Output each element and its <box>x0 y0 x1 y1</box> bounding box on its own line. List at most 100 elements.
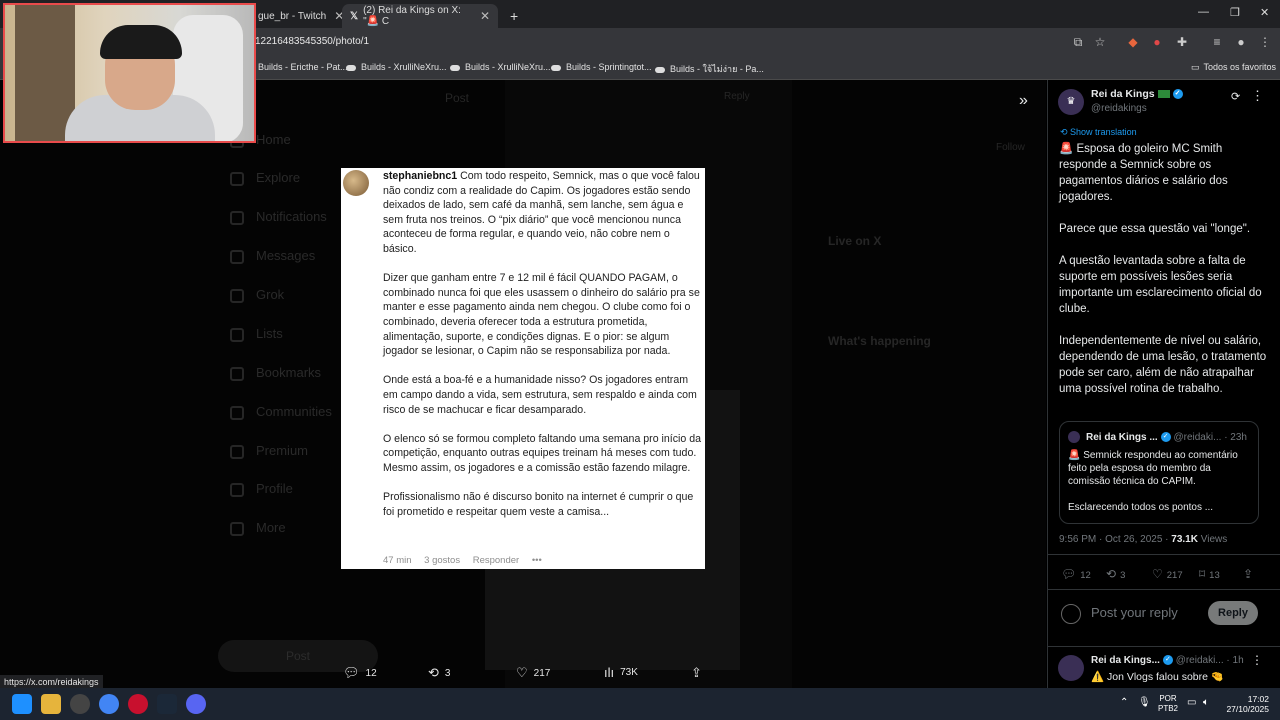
chrome-icon[interactable] <box>99 694 119 714</box>
reply-header: Rei da Kings... ✓ @reidaki... · 1h <box>1091 655 1244 666</box>
bell-icon <box>230 210 244 225</box>
tweet-text: 🚨 Esposa do goleiro MC Smith responde a … <box>1059 141 1271 413</box>
cast-icon[interactable]: ⧉ <box>1071 35 1085 49</box>
extension-fox-icon[interactable]: ◆ <box>1126 35 1140 49</box>
star-icon[interactable]: ☆ <box>1093 35 1107 49</box>
close-tab-icon[interactable]: ✕ <box>480 9 490 23</box>
brazil-flag-icon <box>1157 90 1170 99</box>
comment-likes: 3 gostos <box>424 555 461 566</box>
nav-more[interactable]: More <box>230 520 286 536</box>
webcam-overlay <box>3 3 256 143</box>
user-icon <box>230 482 244 497</box>
repost-stat[interactable]: ⟲ 3 <box>1106 567 1125 581</box>
close-window-icon[interactable]: ✕ <box>1260 6 1269 19</box>
x-logo-icon: 𝕏 <box>350 10 359 22</box>
quoted-tweet[interactable]: Rei da Kings ... ✓ @reidaki... · 23h 🚨 Se… <box>1059 421 1259 524</box>
bookmark-item[interactable]: Builds - Sprintingtot... <box>551 62 652 72</box>
start-icon[interactable] <box>12 694 32 714</box>
reply-icon: 💬︎ <box>343 665 360 680</box>
bookmark-item[interactable]: Builds - XrulliNeXru... <box>346 62 447 72</box>
like-action[interactable]: ♡ 217 <box>516 665 550 681</box>
share-icon: ⇪ <box>691 665 702 680</box>
bookmark-icon: ⌑ <box>1199 567 1206 581</box>
bookmark-icon <box>346 64 356 71</box>
url-field[interactable]: 12216483545350/photo/1 <box>255 36 369 47</box>
avatar[interactable] <box>1058 655 1084 681</box>
reply-text: ⚠️ Jon Vlogs falou sobre 🤏 <box>1091 671 1224 683</box>
steam-icon[interactable] <box>157 694 177 714</box>
comment-paragraph: Profissionalismo não é discurso bonito n… <box>383 491 694 518</box>
tab-title: gue_br - Twitch <box>258 10 327 22</box>
nav-communities[interactable]: Communities <box>230 404 332 420</box>
extension-abp-icon[interactable]: ● <box>1150 35 1164 49</box>
reply-action[interactable]: 💬︎ 12 <box>343 665 377 681</box>
repost-action[interactable]: ⟲ 3 <box>428 665 450 681</box>
microphone-icon[interactable]: 🎙︎ <box>1138 697 1151 708</box>
nav-bookmarks[interactable]: Bookmarks <box>230 365 321 381</box>
menu-icon[interactable]: ⋮ <box>1258 35 1272 49</box>
language-indicator[interactable]: POR PTB2 <box>1158 694 1178 714</box>
tab-twitch[interactable]: gue_br - Twitch ✕ <box>250 4 352 28</box>
file-explorer-icon[interactable] <box>41 694 61 714</box>
reply-input[interactable]: Post your reply <box>1091 605 1178 620</box>
more-icon[interactable]: ⋮ <box>1251 653 1263 667</box>
nav-messages[interactable]: Messages <box>230 248 315 264</box>
chevron-up-icon[interactable]: ⌃ <box>1120 697 1128 708</box>
bookmark-item[interactable]: Builds - ใจ้ไม่ง่าย - Pa... <box>655 62 764 76</box>
people-icon <box>230 405 244 420</box>
like-stat[interactable]: ♡ 217 <box>1152 567 1183 581</box>
minimize-icon[interactable]: — <box>1198 6 1209 18</box>
views-action[interactable]: ılı 73K <box>604 665 638 680</box>
avatar[interactable]: ♛ <box>1058 89 1084 115</box>
heart-icon: ♡ <box>516 665 528 680</box>
nav-lists[interactable]: Lists <box>230 326 283 342</box>
show-translation-link[interactable]: ⟲ Show translation <box>1060 127 1137 138</box>
all-bookmarks[interactable]: ▭ Todos os favoritos <box>1191 62 1276 73</box>
status-url: https://x.com/reidakings <box>0 675 103 689</box>
discord-icon[interactable] <box>186 694 206 714</box>
opera-icon[interactable] <box>128 694 148 714</box>
reply-button[interactable]: Reply <box>1208 601 1258 625</box>
comment-meta: 47 min 3 gostos Responder ••• <box>383 555 552 566</box>
bookmark-item[interactable]: Builds - Ericthe - Pat... <box>258 62 348 72</box>
nav-explore[interactable]: Explore <box>230 170 300 186</box>
volume-icon[interactable]: 🔈︎ <box>1203 697 1209 708</box>
tab-title: (2) Rei da Kings on X: "🚨 C <box>363 5 461 27</box>
search-icon <box>230 171 244 186</box>
follow-button[interactable]: Follow <box>996 142 1025 153</box>
new-tab-button[interactable]: + <box>502 4 526 28</box>
nav-premium[interactable]: Premium <box>230 443 308 459</box>
reply-stat[interactable]: 💬︎ 12 <box>1061 567 1091 581</box>
clock[interactable]: 17:02 27/10/2025 <box>1225 694 1269 714</box>
tweet-paragraph: Independentemente de nível ou salário, d… <box>1059 335 1267 395</box>
grok-icon[interactable]: ⟳ <box>1231 90 1240 103</box>
comment-more: ••• <box>531 555 542 566</box>
bookmark-item[interactable]: Builds - XrulliNeXru... <box>450 62 551 72</box>
share-stat[interactable]: ⇪ <box>1243 567 1257 581</box>
comment-paragraph: O elenco só se formou completo faltando … <box>383 432 701 474</box>
divider <box>1048 589 1280 590</box>
restore-icon[interactable]: ❐ <box>1230 6 1240 19</box>
nav-grok[interactable]: Grok <box>230 287 284 303</box>
author-name[interactable]: Rei da Kings ✓ <box>1091 88 1183 100</box>
bookmark-stat[interactable]: ⌑ 13 <box>1199 567 1220 581</box>
profile-icon[interactable]: ● <box>1234 35 1248 49</box>
comment-username: stephaniebnc1 <box>383 170 458 182</box>
tab-x-post[interactable]: 𝕏 (2) Rei da Kings on X: "🚨 C ✕ <box>342 4 498 28</box>
bookmark-icon <box>450 64 460 71</box>
post-header: Post <box>445 91 470 105</box>
network-icon[interactable]: ▭ <box>1187 697 1196 708</box>
collapse-panel-icon[interactable]: » <box>1019 92 1028 110</box>
author-handle[interactable]: @reidakings <box>1091 103 1147 114</box>
grok-icon <box>230 288 244 303</box>
share-action[interactable]: ⇪ <box>691 665 708 681</box>
media-icon[interactable]: ≡ <box>1210 35 1224 49</box>
reply-link[interactable]: Reply <box>724 91 750 102</box>
extensions-icon[interactable]: ✚ <box>1175 35 1189 49</box>
quoted-text: 🚨 Semnick respondeu ao comentário feito … <box>1068 450 1238 513</box>
more-icon[interactable]: ⋮ <box>1251 88 1264 104</box>
avatar <box>1068 431 1080 443</box>
nav-notifications[interactable]: Notifications <box>230 209 327 225</box>
app-icon[interactable] <box>70 694 90 714</box>
nav-profile[interactable]: Profile <box>230 481 293 497</box>
